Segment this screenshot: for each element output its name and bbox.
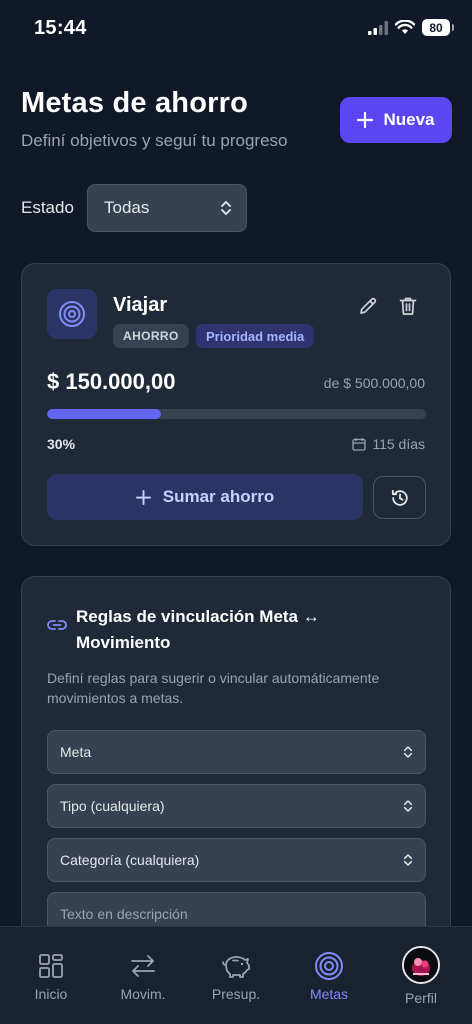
nav-item-inicio[interactable]: Inicio bbox=[4, 927, 98, 1024]
chevron-up-down-icon bbox=[403, 746, 413, 758]
page-subtitle: Definí objetivos y seguí tu progreso bbox=[21, 131, 288, 150]
goal-days-left: 115 días bbox=[352, 436, 425, 452]
goal-days-left-text: 115 días bbox=[372, 436, 425, 452]
wifi-icon bbox=[395, 20, 415, 34]
battery-icon: 80 bbox=[422, 19, 454, 36]
goal-progress-fill bbox=[47, 409, 161, 419]
nav-item-metas[interactable]: Metas bbox=[282, 927, 376, 1024]
avatar bbox=[402, 946, 440, 984]
goal-current-amount: $ 150.000,00 bbox=[47, 369, 176, 394]
page-title: Metas de ahorro bbox=[21, 87, 248, 119]
target-icon bbox=[314, 951, 344, 981]
nav-label-presupuesto: Presup. bbox=[211, 986, 261, 1002]
signal-icon bbox=[368, 20, 388, 35]
chevron-up-down-icon bbox=[221, 201, 231, 215]
status-time: 15:44 bbox=[34, 17, 87, 39]
goal-progress-percent: 30% bbox=[47, 436, 76, 452]
piggy-bank-icon bbox=[221, 951, 251, 981]
goal-priority-badge: Prioridad media bbox=[196, 324, 315, 348]
add-savings-label: Sumar ahorro bbox=[162, 487, 275, 506]
delete-goal-icon[interactable] bbox=[396, 294, 420, 318]
category-select[interactable]: Categoría (cualquiera) bbox=[47, 838, 426, 882]
nav-item-perfil[interactable]: Perfil bbox=[374, 927, 468, 1024]
arrows-icon bbox=[128, 951, 158, 981]
status-filter-value: Todas bbox=[104, 198, 150, 217]
goal-target-amount: de $ 500.000,00 bbox=[323, 375, 425, 391]
bottom-nav: Inicio Movim. Presup. Metas Perfil bbox=[0, 926, 472, 1024]
type-select[interactable]: Tipo (cualquiera) bbox=[47, 784, 426, 828]
calendar-icon bbox=[352, 438, 366, 451]
goal-progress-bar bbox=[47, 409, 426, 419]
goal-select[interactable]: Meta bbox=[47, 730, 426, 774]
goal-target-icon bbox=[47, 289, 97, 339]
plus-icon bbox=[357, 112, 374, 128]
edit-goal-icon[interactable] bbox=[356, 294, 380, 318]
status-filter-label: Estado bbox=[21, 198, 74, 217]
new-goal-label: Nueva bbox=[383, 110, 435, 129]
status-bar: 15:44 80 bbox=[0, 0, 472, 58]
nav-item-movimientos[interactable]: Movim. bbox=[96, 927, 190, 1024]
nav-item-presupuesto[interactable]: Presup. bbox=[189, 927, 283, 1024]
goal-card: Viajar AHORRO Prioridad media $ 150.000,… bbox=[21, 263, 451, 546]
nav-label-inicio: Inicio bbox=[34, 986, 68, 1002]
grid-icon bbox=[36, 951, 66, 981]
history-button[interactable] bbox=[373, 476, 426, 519]
goal-type-badge: AHORRO bbox=[113, 324, 189, 348]
add-savings-button[interactable]: Sumar ahorro bbox=[47, 474, 363, 520]
status-icons: 80 bbox=[368, 19, 454, 36]
description-text-placeholder: Texto en descripción bbox=[60, 906, 188, 922]
rules-description: Definí reglas para sugerir o vincular au… bbox=[47, 670, 380, 706]
goal-select-value: Meta bbox=[60, 744, 92, 760]
nav-label-metas: Metas bbox=[309, 986, 349, 1002]
type-select-value: Tipo (cualquiera) bbox=[60, 798, 165, 814]
chevron-up-down-icon bbox=[403, 800, 413, 812]
new-goal-button[interactable]: Nueva bbox=[340, 97, 452, 143]
category-select-value: Categoría (cualquiera) bbox=[60, 852, 200, 868]
nav-label-movimientos: Movim. bbox=[120, 986, 166, 1002]
history-icon bbox=[391, 489, 408, 506]
status-filter-select[interactable]: Todas bbox=[87, 184, 247, 232]
nav-label-perfil: Perfil bbox=[405, 990, 437, 1006]
rules-title: Reglas de vinculación Meta ↔ Movimiento bbox=[76, 607, 320, 652]
link-icon bbox=[47, 620, 67, 630]
chevron-up-down-icon bbox=[403, 854, 413, 866]
plus-icon bbox=[135, 489, 151, 505]
goal-name: Viajar bbox=[113, 294, 168, 316]
